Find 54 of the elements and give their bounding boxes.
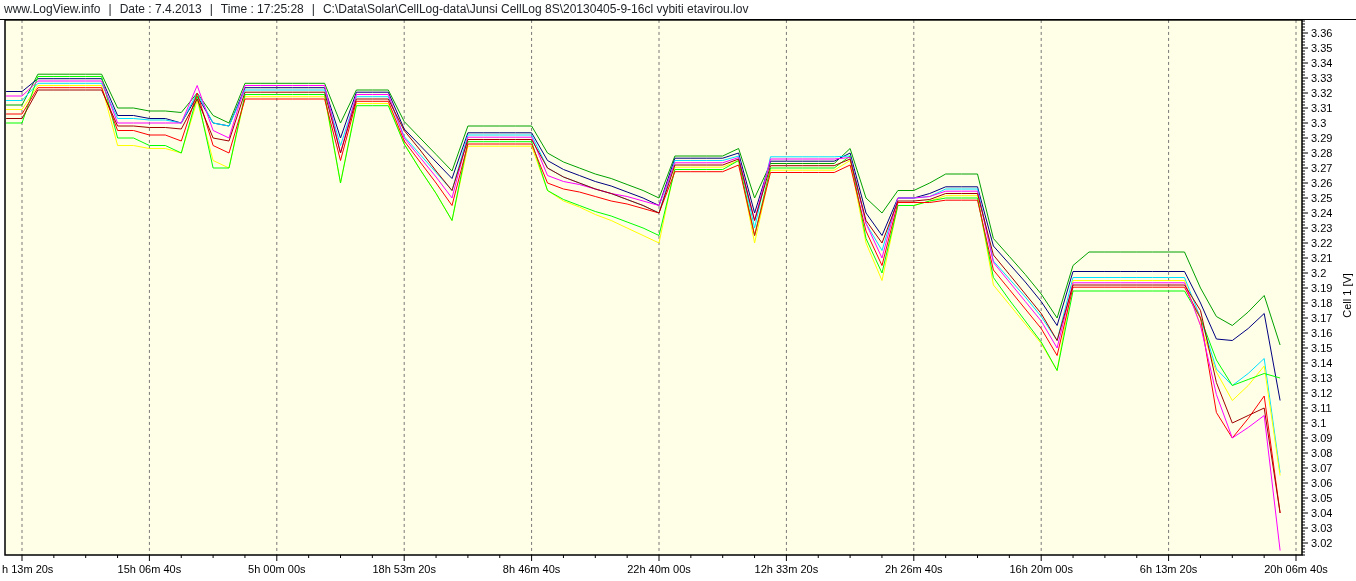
axis-label: 2h 26m 40s: [885, 563, 943, 575]
axis-label: 22h 40m 00s: [627, 563, 691, 575]
axis-label: 3.16: [1311, 327, 1333, 339]
separator: |: [108, 1, 112, 18]
axis-label: 3.04: [1311, 507, 1333, 519]
axis-label: 3.18: [1311, 297, 1333, 309]
axis-label: 3.24: [1311, 207, 1333, 219]
axis-label: 12h 33m 20s: [754, 563, 819, 575]
axis-label: 3.32: [1311, 87, 1333, 99]
axis-label: 3.22: [1311, 237, 1333, 249]
axis-label: 3.27: [1311, 162, 1333, 174]
axis-label: 3.17: [1311, 312, 1333, 324]
axis-label: 3.14: [1311, 357, 1333, 369]
axis-title: Cell 1 [V]: [1341, 273, 1353, 318]
axis-label: 3.15: [1311, 342, 1333, 354]
axis-label: 3.28: [1311, 147, 1333, 159]
header-text: C:\Data\Solar\CellLog-data\Junsi CellLog 8S\20130405-9-16cl vybiti etavirou.lov: [322, 1, 749, 18]
separator: |: [311, 1, 315, 18]
axis-label: 3.2: [1311, 267, 1327, 279]
separator: |: [209, 1, 213, 18]
axis-label: 3.33: [1311, 72, 1333, 84]
axis-label: 15h 06m 40s: [117, 563, 182, 575]
axis-label: 3.35: [1311, 42, 1333, 54]
axis-label: 3.3: [1311, 117, 1327, 129]
axis-label: 3.19: [1311, 282, 1333, 294]
axis-label: 3.34: [1311, 57, 1333, 69]
axis-label: 20h 06m 40s: [1264, 563, 1328, 575]
axis-label: 16h 20m 00s: [1009, 563, 1073, 575]
axis-label: 6h 13m 20s: [1139, 563, 1198, 575]
header-text: www.LogView.info: [4, 1, 101, 18]
axis-label: 3.03: [1311, 522, 1333, 534]
axis-label: 5h 00m 00s: [248, 563, 306, 575]
axis-label: 3.06: [1311, 477, 1333, 489]
axis-label: 3.21: [1311, 252, 1333, 264]
axis-label: 3.07: [1311, 462, 1333, 474]
header-text: Date : 7.4.2013: [119, 1, 202, 18]
axis-label: 3.29: [1311, 132, 1333, 144]
header-text: Time : 17:25:28: [220, 1, 304, 18]
axis-label: 3.31: [1311, 102, 1333, 114]
axis-label: 3.02: [1311, 537, 1333, 549]
axis-label: h 13m 20s: [2, 563, 54, 575]
axis-label: 3.09: [1311, 432, 1333, 444]
axis-label: 3.36: [1311, 27, 1333, 39]
axis-label: 8h 46m 40s: [502, 563, 561, 575]
axis-label: 3.25: [1311, 192, 1333, 204]
axis-label: 3.1: [1311, 417, 1327, 429]
axis-label: 3.23: [1311, 222, 1333, 234]
axis-label: 3.08: [1311, 447, 1333, 459]
axis-label: 3.13: [1311, 372, 1333, 384]
axis-label: 3.05: [1311, 492, 1333, 504]
axis-label: 3.12: [1311, 387, 1333, 399]
axis-label: 18h 53m 20s: [372, 563, 436, 575]
axis-label: 3.26: [1311, 177, 1333, 189]
axis-label: 3.11: [1311, 402, 1332, 414]
